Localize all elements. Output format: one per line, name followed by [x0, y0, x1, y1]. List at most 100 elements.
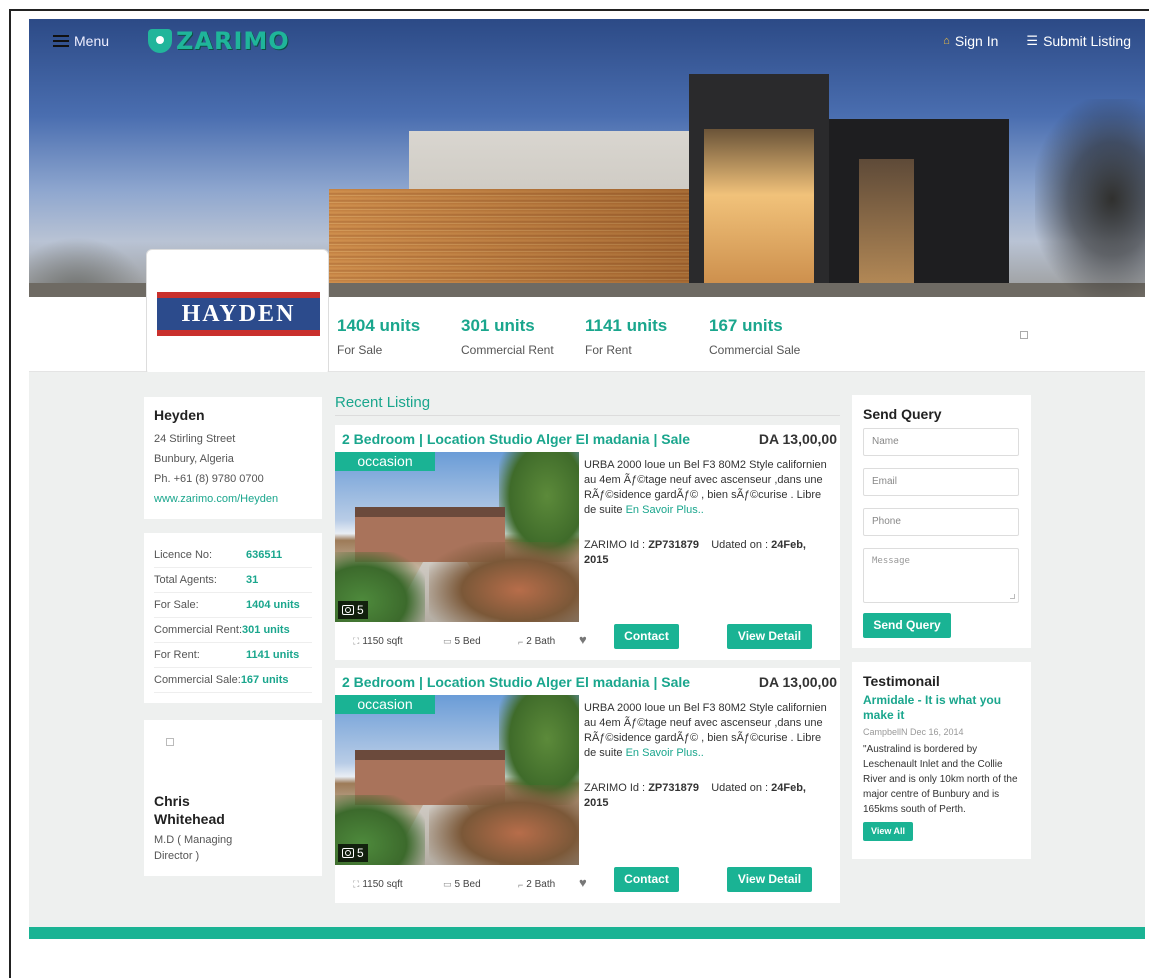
- detail-key: Commercial Sale:: [154, 674, 241, 686]
- bath-icon: ⌐: [518, 879, 524, 890]
- contact-button[interactable]: Contact: [614, 624, 679, 649]
- site-logo[interactable]: ZARIMO: [148, 27, 290, 55]
- detail-key: For Rent:: [154, 649, 200, 661]
- view-all-button[interactable]: View All: [863, 822, 913, 841]
- recent-listing-heading: Recent Listing: [335, 394, 840, 416]
- testimonial-title[interactable]: Armidale - It is what you make it: [863, 693, 1020, 723]
- hamburger-icon: [53, 35, 69, 47]
- detail-row: Total Agents: 31: [154, 568, 312, 593]
- detail-value: 636511: [246, 549, 283, 561]
- agent-role: M.D ( Managing Director ): [154, 832, 312, 864]
- photo-shrubs: [429, 542, 579, 622]
- hero-building-side-glass: [859, 159, 914, 294]
- read-more-link[interactable]: En Savoir Plus..: [626, 747, 704, 759]
- listing-area-value: 1150 sqft: [362, 636, 403, 647]
- agent-first-name: Chris: [154, 793, 190, 809]
- listing-area-value: 1150 sqft: [362, 879, 403, 890]
- company-logo: HAYDEN: [157, 292, 320, 336]
- heart-icon[interactable]: ♥: [579, 632, 587, 647]
- company-logo-text: HAYDEN: [181, 300, 296, 327]
- name-input[interactable]: Name: [863, 428, 1019, 456]
- stat-label: Commercial Sale: [709, 343, 801, 357]
- detail-value: 167 units: [240, 674, 289, 686]
- menu-button[interactable]: Menu: [53, 33, 109, 49]
- sign-in-label: Sign In: [954, 33, 999, 49]
- footer-bar: [29, 927, 1145, 939]
- photo-count[interactable]: 5: [338, 844, 368, 862]
- detail-value: 301 units: [242, 624, 290, 636]
- listing-id-value: ZP731879: [648, 539, 699, 551]
- send-query-heading: Send Query: [863, 406, 942, 422]
- stat-commercial-rent: 301 units Commercial Rent: [461, 316, 554, 357]
- listing-card: 2 Bedroom | Location Studio Alger El mad…: [335, 425, 840, 660]
- detail-row: Commercial Sale: 167 units: [154, 668, 312, 693]
- detail-row: For Rent: 1141 units: [154, 643, 312, 668]
- menu-label: Menu: [74, 33, 110, 49]
- stat-for-sale: 1404 units For Sale: [337, 316, 420, 357]
- agent-card: Chris Whitehead M.D ( Managing Director …: [144, 720, 322, 876]
- agency-website-link[interactable]: www.zarimo.com/Heyden: [154, 493, 278, 505]
- listing-updated-label: Udated on :: [711, 782, 769, 794]
- agency-address-line1: 24 Stirling Street: [154, 433, 236, 445]
- stat-value: 1404 units: [337, 316, 421, 335]
- listing-meta: ZARIMO Id : ZP731879 Udated on : 24Feb, …: [584, 781, 829, 811]
- hero-building-glass: [704, 129, 814, 294]
- listing-beds-value: 5 Bed: [454, 879, 481, 890]
- photo-count-value: 5: [357, 846, 364, 860]
- send-query-button[interactable]: Send Query: [863, 613, 951, 638]
- agent-photo-icon: [166, 738, 174, 746]
- view-detail-button[interactable]: View Detail: [727, 624, 812, 649]
- read-more-link[interactable]: En Savoir Plus..: [626, 504, 704, 516]
- agency-details-card: Licence No: 636511 Total Agents: 31 For Sa…: [144, 533, 322, 703]
- hero-building-wood: [329, 189, 689, 297]
- agent-name: Chris Whitehead: [154, 792, 312, 828]
- bed-icon: ▭: [443, 879, 452, 889]
- message-textarea[interactable]: Message: [863, 548, 1019, 603]
- view-detail-button[interactable]: View Detail: [727, 867, 812, 892]
- listing-id-value: ZP731879: [648, 782, 699, 794]
- stat-value: 301 units: [461, 316, 535, 335]
- stat-commercial-sale: 167 units Commercial Sale: [709, 316, 800, 357]
- agent-last-name: Whitehead: [154, 811, 225, 827]
- listing-beds-value: 5 Bed: [454, 636, 481, 647]
- list-icon: ☰: [1026, 33, 1039, 48]
- phone-input[interactable]: Phone: [863, 508, 1019, 536]
- agency-address-line2: Bunbury, Algeria: [154, 453, 234, 465]
- listing-area: ⛶ 1150 sqft: [353, 879, 403, 890]
- stat-for-rent: 1141 units For Rent: [585, 316, 667, 357]
- submit-listing-label: Submit Listing: [1043, 33, 1131, 49]
- listing-id-label: ZARIMO Id :: [584, 782, 646, 794]
- listing-baths-value: 2 Bath: [526, 879, 556, 890]
- detail-value: 1404 units: [246, 599, 300, 611]
- email-input[interactable]: Email: [863, 468, 1019, 496]
- listing-price: DA 13,00,00: [758, 674, 837, 690]
- detail-row: Commercial Rent: 301 units: [154, 618, 312, 643]
- listing-description-text: URBA 2000 loue un Bel F3 80M2 Style cali…: [584, 702, 827, 759]
- heart-icon[interactable]: ♥: [579, 875, 587, 890]
- testimonial-card: Testimonail Armidale - It is what you ma…: [852, 662, 1031, 859]
- detail-value: 1141 units: [246, 649, 300, 661]
- listing-meta: ZARIMO Id : ZP731879 Udated on : 24Feb, …: [584, 538, 829, 568]
- detail-key: Total Agents:: [154, 574, 217, 586]
- testimonial-quote: "Australind is bordered by Leschenault I…: [863, 744, 1018, 815]
- listing-photo[interactable]: [335, 695, 579, 865]
- bed-icon: ▭: [443, 636, 452, 646]
- detail-key: For Sale:: [154, 599, 199, 611]
- contact-button[interactable]: Contact: [614, 867, 679, 892]
- listing-baths: ⌐ 2 Bath: [518, 879, 555, 890]
- listing-description: URBA 2000 loue un Bel F3 80M2 Style cali…: [584, 701, 829, 761]
- sign-in-link[interactable]: ⌂ Sign In: [943, 33, 998, 49]
- detail-row: For Sale: 1404 units: [154, 593, 312, 618]
- listing-photo[interactable]: [335, 452, 579, 622]
- company-logo-card: HAYDEN: [146, 249, 329, 376]
- listing-id-label: ZARIMO Id :: [584, 539, 646, 551]
- photo-count[interactable]: 5: [338, 601, 368, 619]
- camera-icon: [342, 848, 354, 858]
- submit-listing-link[interactable]: ☰ Submit Listing: [1026, 33, 1131, 49]
- broken-image-icon: [1020, 331, 1028, 339]
- listing-title[interactable]: 2 Bedroom | Location Studio Alger El mad…: [342, 674, 690, 690]
- listing-title[interactable]: 2 Bedroom | Location Studio Alger El mad…: [342, 431, 690, 447]
- area-icon: ⛶: [353, 879, 360, 889]
- logo-text: ZARIMO: [176, 27, 290, 55]
- camera-icon: [342, 605, 354, 615]
